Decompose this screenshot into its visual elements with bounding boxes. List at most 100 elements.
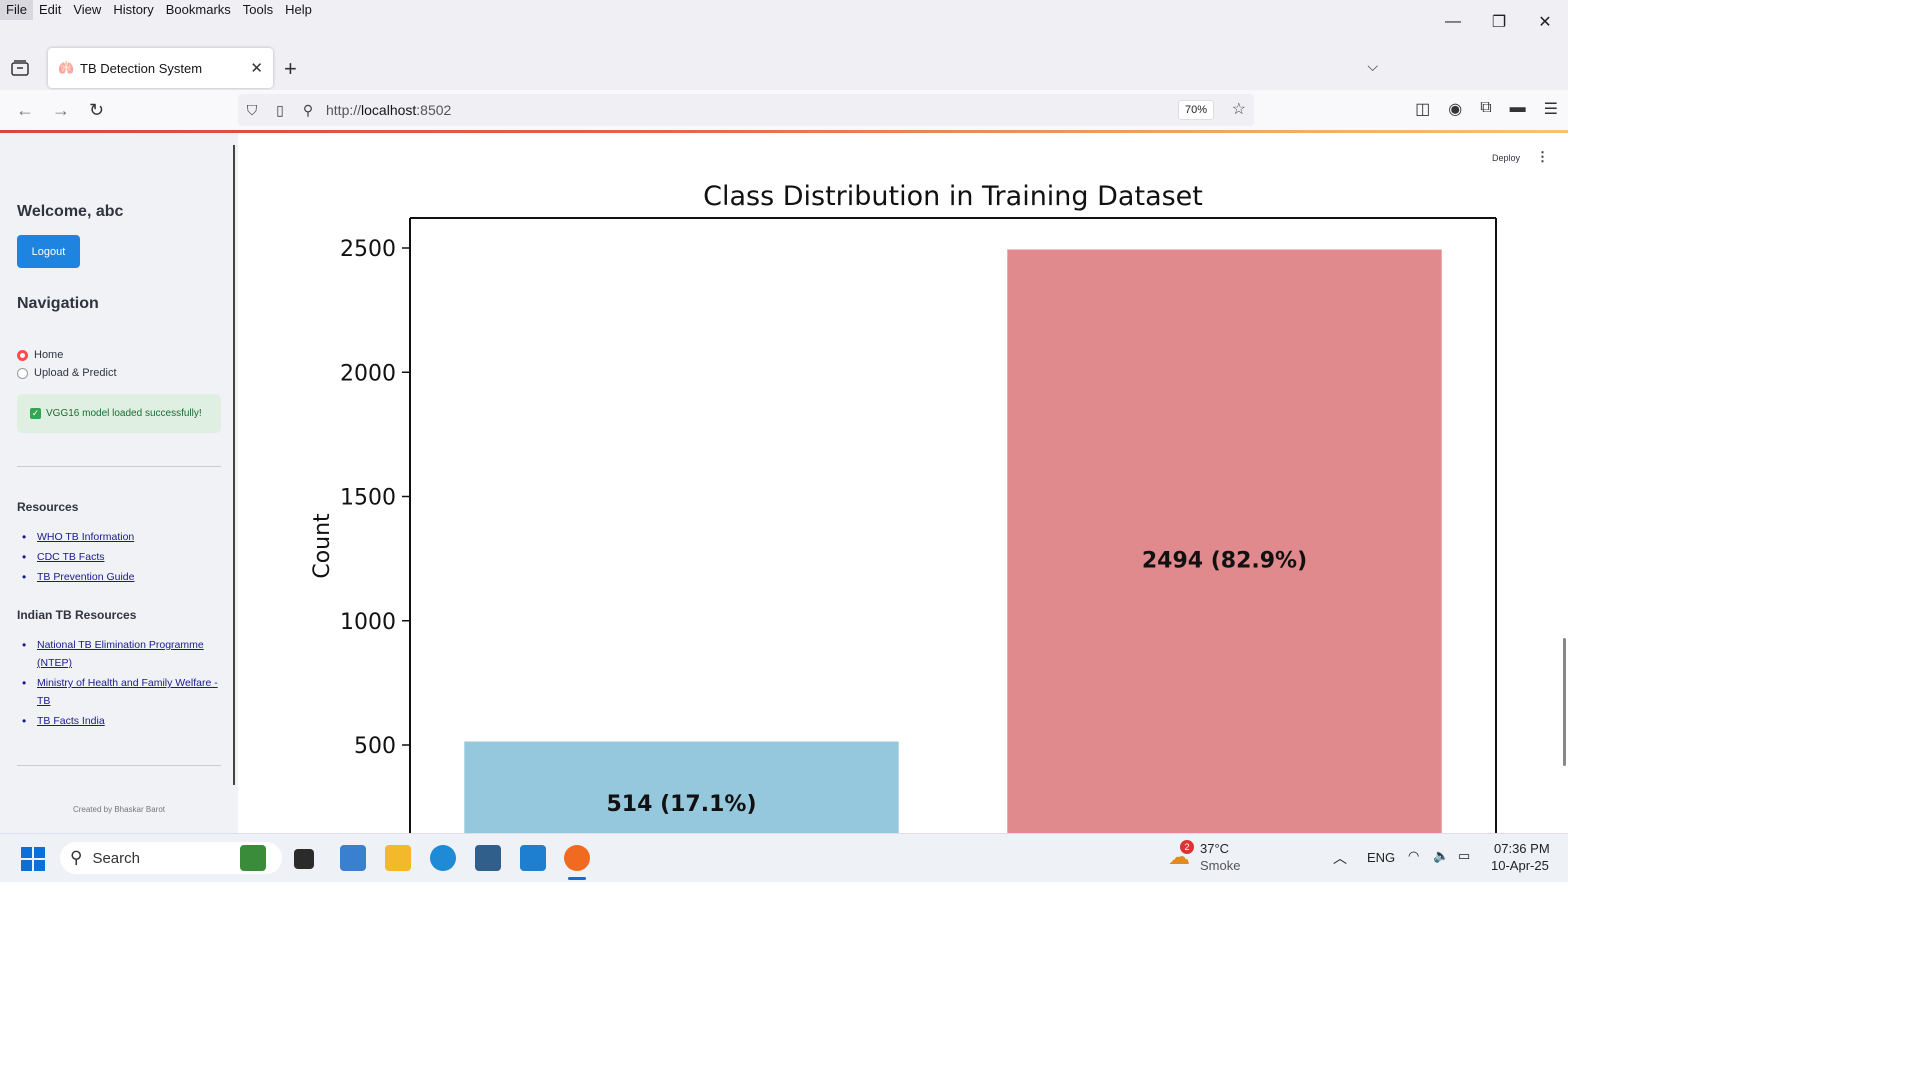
search-icon: ⚲ bbox=[70, 848, 83, 867]
indian-resources-heading: Indian TB Resources bbox=[17, 608, 137, 622]
y-tick-label: 500 bbox=[354, 734, 396, 759]
kebab-icon[interactable]: ⋮ bbox=[1536, 149, 1549, 165]
url-bar[interactable]: ⛉ ▯ ⚲ http://localhost:8502 70% ☆ bbox=[238, 94, 1254, 126]
radio-unselected-icon[interactable] bbox=[17, 367, 28, 379]
menu-file[interactable]: File bbox=[0, 0, 33, 20]
link-mohfw-tb[interactable]: Ministry of Health and Family Welfare - … bbox=[37, 677, 218, 707]
tab-overview-icon[interactable] bbox=[10, 58, 30, 78]
nav-option-upload-predict[interactable]: Upload & Predict bbox=[17, 367, 117, 379]
menu-bookmarks[interactable]: Bookmarks bbox=[160, 0, 237, 20]
navigation-heading: Navigation bbox=[17, 295, 99, 312]
volume-icon[interactable]: 🔈 bbox=[1433, 848, 1449, 864]
menu-view[interactable]: View bbox=[67, 0, 107, 20]
y-tick-label: 2500 bbox=[340, 237, 396, 262]
close-window-icon[interactable]: ✕ bbox=[1522, 0, 1568, 44]
bar-value-label: 514 (17.1%) bbox=[606, 792, 756, 817]
nav-option-home[interactable]: Home bbox=[17, 349, 63, 361]
task-view-icon[interactable] bbox=[294, 849, 314, 869]
menu-bar: File Edit View History Bookmarks Tools H… bbox=[0, 0, 1568, 20]
edge-browser-icon[interactable] bbox=[430, 845, 456, 871]
reload-icon[interactable]: ↻ bbox=[89, 100, 104, 121]
temperature: 37°C bbox=[1200, 841, 1230, 856]
link-ntep[interactable]: National TB Elimination Programme (NTEP) bbox=[37, 639, 204, 669]
new-tab-icon[interactable]: + bbox=[284, 56, 297, 82]
restore-icon[interactable]: ❐ bbox=[1476, 0, 1522, 44]
container-icon[interactable]: ▬ bbox=[1510, 99, 1526, 119]
toolbar-icons: ◫ ◉ ⧉ ▬ ☰ bbox=[1415, 99, 1558, 119]
clock-date[interactable]: 10-Apr-25 bbox=[1491, 858, 1549, 873]
menu-edit[interactable]: Edit bbox=[33, 0, 67, 20]
menu-tools[interactable]: Tools bbox=[237, 0, 279, 20]
zoom-level[interactable]: 70% bbox=[1177, 100, 1214, 120]
success-alert: ✓ VGG16 model loaded successfully! bbox=[17, 394, 221, 433]
indian-resources-list: National TB Elimination Programme (NTEP)… bbox=[17, 636, 227, 732]
minimize-icon[interactable]: — bbox=[1430, 0, 1476, 44]
list-item: WHO TB Information bbox=[17, 528, 227, 546]
link-tb-facts-india[interactable]: TB Facts India bbox=[37, 715, 105, 727]
list-item: National TB Elimination Programme (NTEP) bbox=[17, 636, 227, 672]
bar bbox=[1007, 249, 1442, 833]
nav-option-label: Upload & Predict bbox=[34, 367, 117, 379]
wifi-icon[interactable]: ◠ bbox=[1408, 848, 1419, 864]
nav-option-label: Home bbox=[34, 349, 64, 361]
sidebar: Welcome, abc Logout Navigation Home Uplo… bbox=[0, 133, 238, 833]
extensions-icon[interactable]: ⧉ bbox=[1480, 99, 1491, 119]
link-who-tb[interactable]: WHO TB Information bbox=[37, 531, 134, 543]
sidebar-resize-handle[interactable] bbox=[233, 145, 235, 785]
file-explorer-icon[interactable] bbox=[385, 845, 411, 871]
taskbar: ⚲ Search ☁ 2 37°C Smoke ︿ ENG ◠ 🔈 ▭ 07:3… bbox=[0, 833, 1568, 882]
navigation-bar: ← → ↻ ⛉ ▯ ⚲ http://localhost:8502 70% ☆ … bbox=[0, 90, 1568, 130]
resources-heading: Resources bbox=[17, 500, 79, 514]
close-tab-icon[interactable]: ✕ bbox=[250, 59, 263, 77]
list-item: CDC TB Facts bbox=[17, 548, 227, 566]
window-controls: — ❐ ✕ bbox=[1430, 0, 1568, 44]
language-indicator[interactable]: ENG bbox=[1367, 850, 1395, 865]
control-panel-icon[interactable] bbox=[340, 845, 366, 871]
y-tick-label: 1000 bbox=[340, 610, 396, 635]
deploy-button[interactable]: Deploy bbox=[1492, 153, 1520, 163]
chart-title: Class Distribution in Training Dataset bbox=[703, 181, 1203, 212]
permissions-icon[interactable]: ⚲ bbox=[294, 102, 322, 119]
tab-strip: 🫁 TB Detection System ✕ + ⌵ bbox=[0, 20, 1568, 90]
pocket-icon[interactable]: ◫ bbox=[1415, 99, 1430, 119]
lungs-icon: 🫁 bbox=[58, 60, 75, 75]
back-icon[interactable]: ← bbox=[16, 100, 34, 121]
chevron-up-icon[interactable]: ︿ bbox=[1333, 848, 1347, 868]
weather-badge: 2 bbox=[1180, 840, 1194, 854]
hamburger-menu-icon[interactable]: ☰ bbox=[1544, 99, 1558, 119]
clock-time[interactable]: 07:36 PM bbox=[1494, 841, 1550, 856]
menu-history[interactable]: History bbox=[107, 0, 159, 20]
streamlit-app: Welcome, abc Logout Navigation Home Uplo… bbox=[0, 133, 1568, 833]
class-distribution-chart: Class Distribution in Training Dataset 51… bbox=[238, 133, 1558, 833]
divider bbox=[17, 765, 221, 766]
success-message: VGG16 model loaded successfully! bbox=[46, 408, 202, 419]
vscode-icon[interactable] bbox=[520, 845, 546, 871]
account-icon[interactable]: ◉ bbox=[1448, 99, 1462, 119]
windows-start-icon[interactable] bbox=[20, 846, 46, 872]
resources-list: WHO TB Information CDC TB Facts TB Preve… bbox=[17, 528, 227, 588]
scrollbar[interactable] bbox=[1563, 638, 1566, 766]
url-text[interactable]: http://localhost:8502 bbox=[326, 102, 451, 118]
logout-button[interactable]: Logout bbox=[17, 235, 80, 268]
link-cdc-tb[interactable]: CDC TB Facts bbox=[37, 551, 104, 563]
y-axis-label: Count bbox=[310, 513, 335, 579]
page-icon[interactable]: ▯ bbox=[266, 102, 294, 119]
main-content: Class Distribution in Training Dataset 51… bbox=[238, 133, 1568, 833]
tab-tb-detection[interactable]: 🫁 TB Detection System ✕ bbox=[48, 48, 273, 88]
bar-value-label: 2494 (82.9%) bbox=[1142, 548, 1307, 573]
search-placeholder: Search bbox=[92, 849, 140, 867]
chart-svg: Class Distribution in Training Dataset 51… bbox=[310, 181, 1497, 833]
radio-selected-icon[interactable] bbox=[17, 349, 28, 361]
widget-image-icon[interactable] bbox=[240, 845, 266, 871]
menu-help[interactable]: Help bbox=[279, 0, 318, 20]
bookmark-star-icon[interactable]: ☆ bbox=[1232, 99, 1246, 119]
list-item: Ministry of Health and Family Welfare - … bbox=[17, 674, 227, 710]
battery-icon[interactable]: ▭ bbox=[1458, 848, 1470, 864]
app-icon[interactable] bbox=[475, 845, 501, 871]
firefox-icon[interactable] bbox=[564, 845, 590, 871]
chevron-down-icon[interactable]: ⌵ bbox=[1367, 58, 1378, 75]
link-tb-prevention[interactable]: TB Prevention Guide bbox=[37, 571, 134, 583]
checkmark-icon: ✓ bbox=[30, 408, 41, 419]
forward-icon[interactable]: → bbox=[52, 100, 70, 121]
shield-icon[interactable]: ⛉ bbox=[238, 102, 266, 119]
